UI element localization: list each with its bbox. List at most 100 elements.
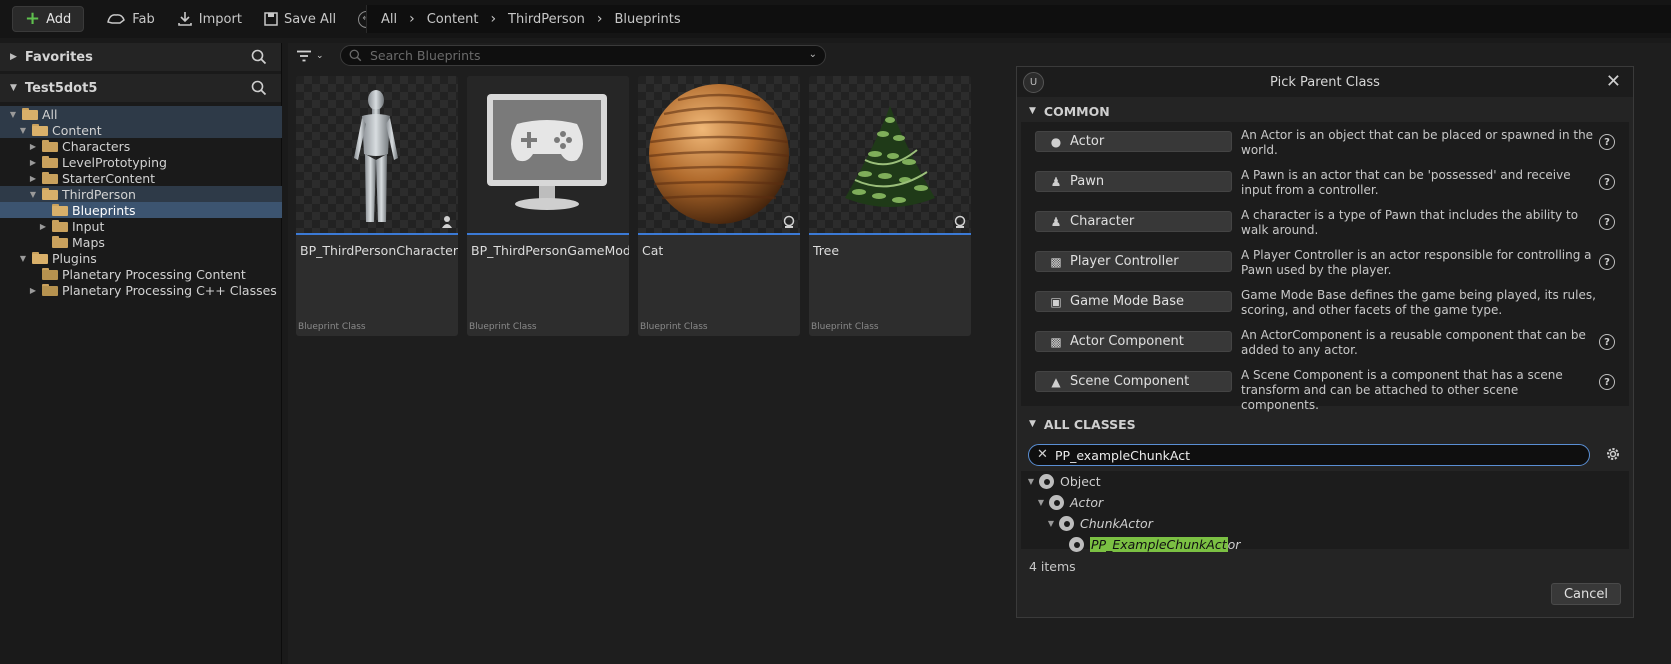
add-button[interactable]: + Add [12,6,85,32]
save-all-button[interactable]: Save All [264,12,336,27]
expand-arrow-icon[interactable]: ▶ [28,158,38,167]
class-tree-label-rest: or [1227,537,1241,552]
class-tree-item-object[interactable]: ▼ Object [1021,471,1629,492]
class-description: Game Mode Base defines the game being pl… [1241,288,1596,317]
asset-name: Tree [813,243,840,258]
collapse-arrow-icon[interactable]: ▼ [1045,519,1057,528]
tree-item-all[interactable]: ▼ All [0,106,282,122]
tree-item-pp-content[interactable]: Planetary Processing Content [0,266,282,282]
folder-icon [42,140,58,152]
expand-arrow-icon[interactable]: ▶ [28,142,38,151]
filter-button[interactable]: ⌄ [296,50,324,62]
search-placeholder: Search Blueprints [370,48,481,63]
collapse-arrow-icon[interactable]: ▼ [1035,498,1047,507]
class-label: Game Mode Base [1070,294,1185,309]
asset-type: Blueprint Class [469,322,537,332]
class-row-game-mode-base: ▣ Game Mode Base Game Mode Base defines … [1021,284,1629,324]
search-input[interactable]: Search Blueprints ⌄ [340,45,826,66]
favorites-header[interactable]: ▶ Favorites [0,43,281,71]
tree-item-pp-cpp[interactable]: ▶ Planetary Processing C++ Classes [0,282,282,298]
tree-item-label: ThirdPerson [62,186,136,202]
character-class-icon [442,216,452,228]
import-icon [177,12,192,26]
help-icon[interactable]: ? [1599,174,1615,190]
expand-arrow-icon[interactable]: ▶ [10,52,17,62]
crumb-content[interactable]: Content [427,12,479,27]
help-icon[interactable]: ? [1599,334,1615,350]
game-mode-thumbnail [467,76,629,235]
asset-tile[interactable]: Tree Blueprint Class [809,76,971,336]
asset-type: Blueprint Class [640,322,708,332]
scene-component-icon: ▲ [1051,374,1061,389]
crumb-thirdperson[interactable]: ThirdPerson [508,12,585,27]
expand-arrow-icon[interactable]: ▶ [28,286,38,295]
help-icon[interactable]: ? [1599,374,1615,390]
close-icon[interactable]: ✕ [1606,71,1621,92]
fab-button[interactable]: Fab [106,12,155,27]
character-icon: ♟ [1050,214,1062,229]
tree-item-characters[interactable]: ▶ Characters [0,138,282,154]
collapse-arrow-icon[interactable]: ▼ [8,110,18,119]
clear-icon[interactable]: ✕ [1037,447,1048,462]
class-tree-item-actor[interactable]: ▼ Actor [1021,492,1629,513]
cancel-button[interactable]: Cancel [1551,583,1621,605]
all-classes-section-header[interactable]: ▼ ALL CLASSES [1017,413,1633,435]
asset-tile[interactable]: BP_ThirdPersonCharacter Blueprint Class [296,76,458,336]
game-mode-base-button[interactable]: ▣ Game Mode Base [1035,291,1232,312]
actor-component-button[interactable]: ▩ Actor Component [1035,331,1232,352]
tree-item-plugins[interactable]: ▼ Plugins [0,250,282,266]
tree-item-content[interactable]: ▼ Content [0,122,282,138]
player-controller-button[interactable]: ▩ Player Controller [1035,251,1232,272]
collapse-arrow-icon[interactable]: ▼ [28,190,38,199]
folder-icon [22,108,38,120]
class-search-input[interactable]: ✕ PP_exampleChunkAct [1028,444,1590,466]
asset-tile[interactable]: Cat Blueprint Class [638,76,800,336]
chevron-down-icon[interactable]: ⌄ [809,49,817,60]
pawn-button[interactable]: ♟ Pawn [1035,171,1232,192]
project-header[interactable]: ▼ Test5dot5 [0,74,281,102]
tree-item-thirdperson[interactable]: ▼ ThirdPerson [0,186,282,202]
pawn-icon: ♟ [1050,174,1062,189]
chevron-right-icon[interactable]: › [490,11,496,27]
search-icon[interactable] [251,80,267,96]
fab-icon [107,14,126,24]
collapse-arrow-icon[interactable]: ▼ [10,83,17,93]
tree-item-levelprototyping[interactable]: ▶ LevelPrototyping [0,154,282,170]
search-icon[interactable] [251,49,267,65]
class-label: Character [1070,214,1135,229]
tree-item-blueprints[interactable]: Blueprints [0,202,282,218]
tree-item-startercontent[interactable]: ▶ StarterContent [0,170,282,186]
collapse-arrow-icon[interactable]: ▼ [18,254,28,263]
common-section-header[interactable]: ▼ COMMON [1017,100,1633,122]
class-tree-item-chunkactor[interactable]: ▼ ChunkActor [1021,513,1629,534]
help-icon[interactable]: ? [1599,214,1615,230]
chevron-right-icon[interactable]: › [409,11,415,27]
crumb-blueprints[interactable]: Blueprints [615,12,681,27]
expand-arrow-icon[interactable]: ▶ [38,222,48,231]
gear-icon[interactable] [1605,446,1621,462]
class-row-actor-component: ▩ Actor Component An ActorComponent is a… [1021,324,1629,364]
collapse-arrow-icon[interactable]: ▼ [18,126,28,135]
collapse-arrow-icon[interactable]: ▼ [1029,419,1036,429]
tree-item-input[interactable]: ▶ Input [0,218,282,234]
asset-tile[interactable]: BP_ThirdPersonGameMode Blueprint Class [467,76,629,336]
collapse-arrow-icon[interactable]: ▼ [1029,106,1036,116]
character-button[interactable]: ♟ Character [1035,211,1232,232]
expand-arrow-icon[interactable]: ▶ [28,174,38,183]
class-tree-item-pp-examplechunkactor[interactable]: PP_ExampleChunkAct or [1021,534,1629,555]
breadcrumb: All › Content › ThirdPerson › Blueprints [366,5,1671,33]
help-icon[interactable]: ? [1599,254,1615,270]
class-row-scene-component: ▲ Scene Component A Scene Component is a… [1021,364,1629,412]
folder-icon [32,252,48,264]
tree-item-maps[interactable]: Maps [0,234,282,250]
scene-component-button[interactable]: ▲ Scene Component [1035,371,1232,392]
component-icon: ▩ [1050,334,1062,349]
help-icon[interactable]: ? [1599,134,1615,150]
tree-item-label: All [42,106,58,122]
import-button[interactable]: Import [177,11,242,27]
chevron-right-icon[interactable]: › [597,11,603,27]
actor-button[interactable]: ● Actor [1035,131,1232,152]
crumb-all[interactable]: All [381,12,397,27]
collapse-arrow-icon[interactable]: ▼ [1025,477,1037,486]
folder-icon [42,172,58,184]
